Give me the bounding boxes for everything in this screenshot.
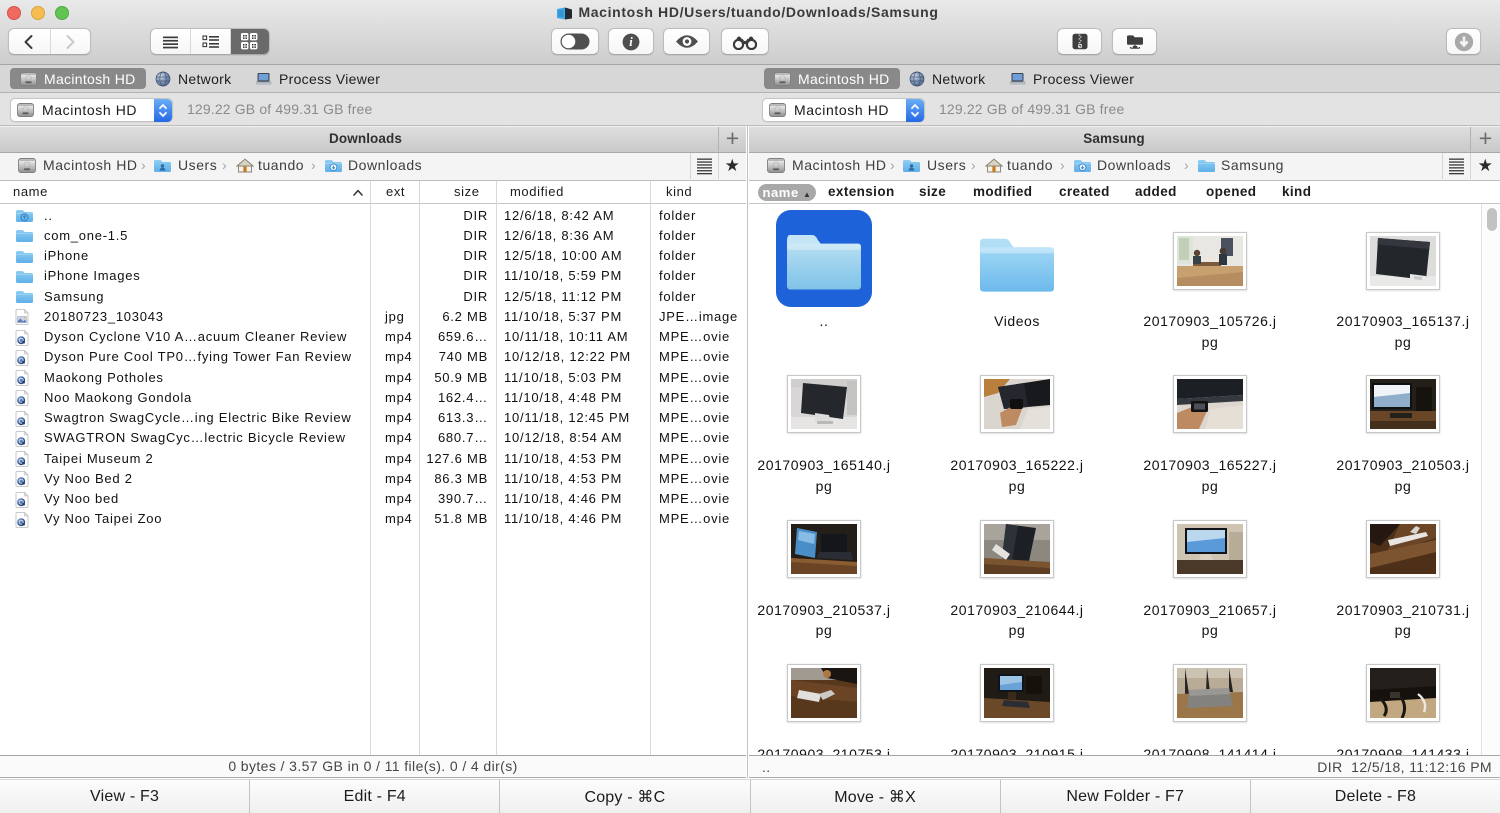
svg-text:i: i [629, 35, 633, 49]
